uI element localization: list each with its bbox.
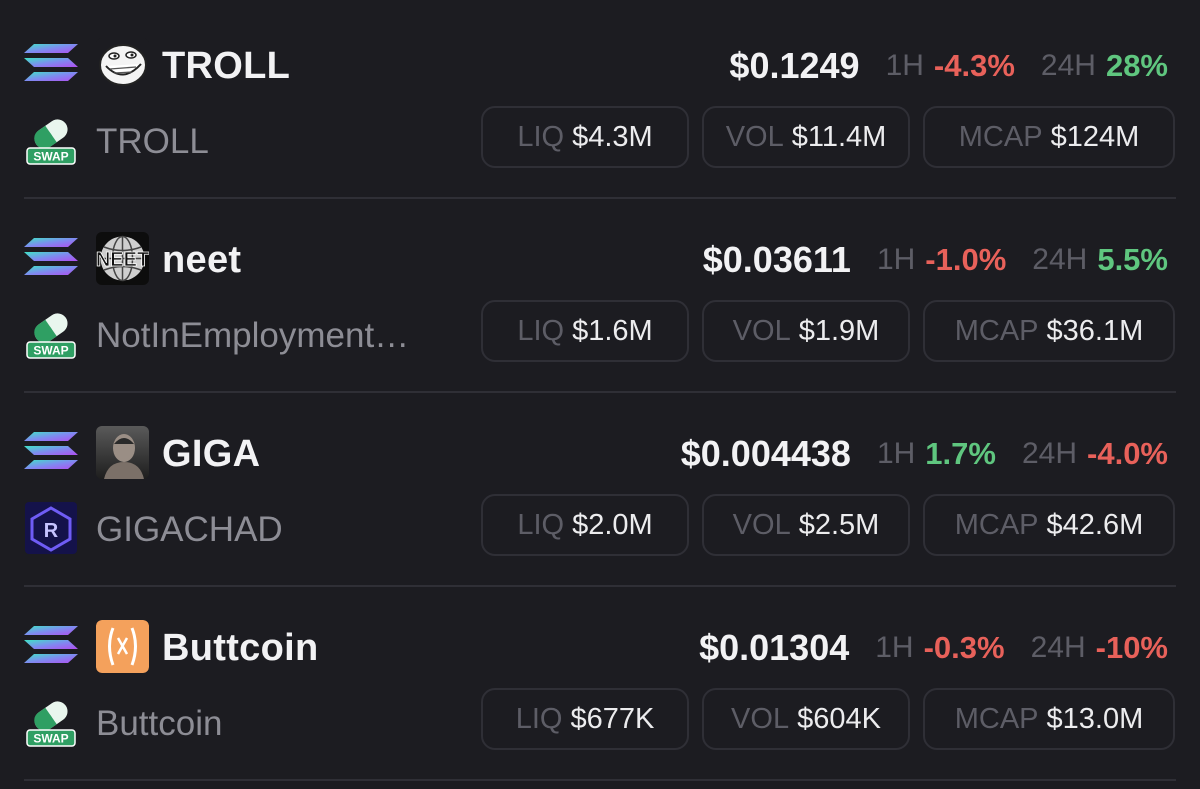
- h24-change: 28%: [1105, 48, 1168, 83]
- liquidity-pill: LIQ $2.0M: [481, 494, 689, 556]
- volume-pill: VOL $604K: [702, 688, 910, 750]
- svg-text:SWAP: SWAP: [33, 150, 68, 164]
- token-row[interactable]: Buttcoin SWAP Buttcoin $0.01304 1H -0.3%…: [0, 582, 1200, 776]
- market-cap-value: $13.0M: [1046, 702, 1144, 735]
- token-price: $0.004438: [680, 433, 851, 474]
- market-cap-pill: MCAP $13.0M: [923, 688, 1175, 750]
- solana-icon: [24, 626, 78, 663]
- volume-value: $1.9M: [798, 314, 880, 347]
- market-cap-value: $124M: [1050, 120, 1140, 153]
- h24-label: 24H: [1030, 631, 1086, 664]
- h24-label: 24H: [1032, 243, 1088, 276]
- volume-pill: VOL $2.5M: [702, 494, 910, 556]
- liquidity-value: $2.0M: [572, 508, 653, 541]
- token-row[interactable]: TROLL SWAP TROLL $0.1249 1H -4.3% 24H 28…: [0, 0, 1200, 194]
- h1-label: 1H: [876, 243, 916, 276]
- h1-change: -4.3%: [933, 48, 1015, 83]
- market-cap-pill: MCAP $124M: [923, 106, 1175, 168]
- price-bar: $0.01304 1H -0.3% 24H -10%: [699, 626, 1168, 670]
- h1-label: 1H: [876, 437, 916, 470]
- token-name: GIGACHAD: [96, 510, 283, 549]
- liquidity-pill: LIQ $4.3M: [481, 106, 689, 168]
- token-symbol: Buttcoin: [162, 627, 319, 669]
- swap-icon: SWAP: [26, 313, 76, 359]
- token-list: TROLL SWAP TROLL $0.1249 1H -4.3% 24H 28…: [0, 0, 1200, 789]
- liquidity-value: $1.6M: [572, 314, 653, 347]
- raydium-icon: R: [25, 502, 77, 554]
- h1-change: -0.3%: [923, 630, 1005, 665]
- liquidity-pill: LIQ $1.6M: [481, 300, 689, 362]
- h1-label: 1H: [875, 631, 914, 664]
- solana-icon: [24, 44, 78, 81]
- row-divider: [24, 779, 1176, 781]
- market-cap-value: $42.6M: [1046, 508, 1144, 541]
- liquidity-value: $4.3M: [572, 120, 653, 153]
- swap-icon: SWAP: [26, 119, 76, 165]
- troll-face-icon: [96, 38, 149, 91]
- liquidity-pill: LIQ $677K: [481, 688, 689, 750]
- token-name: NotInEmployment…: [96, 316, 410, 355]
- solana-icon: [24, 432, 78, 469]
- h24-change: -10%: [1095, 630, 1168, 665]
- svg-text:NEET: NEET: [96, 249, 149, 271]
- svg-text:SWAP: SWAP: [33, 732, 68, 746]
- price-bar: $0.03611 1H -1.0% 24H 5.5%: [703, 238, 1168, 282]
- h1-change: 1.7%: [925, 436, 996, 471]
- h1-change: -1.0%: [925, 242, 1007, 277]
- token-row[interactable]: GIGA R GIGACHAD $0.004438 1H 1.7% 24H -4…: [0, 388, 1200, 582]
- h1-label: 1H: [885, 49, 924, 82]
- market-cap-pill: MCAP $36.1M: [923, 300, 1175, 362]
- price-bar: $0.1249 1H -4.3% 24H 28%: [729, 44, 1168, 88]
- token-name: Buttcoin: [96, 704, 223, 743]
- market-cap-pill: MCAP $42.6M: [923, 494, 1175, 556]
- volume-pill: VOL $1.9M: [702, 300, 910, 362]
- h24-label: 24H: [1021, 437, 1078, 470]
- volume-value: $604K: [797, 702, 881, 735]
- market-cap-value: $36.1M: [1046, 314, 1144, 347]
- buttcoin-icon: [96, 620, 149, 673]
- token-price: $0.1249: [729, 45, 860, 86]
- svg-text:R: R: [44, 520, 59, 542]
- liquidity-value: $677K: [570, 702, 655, 735]
- h24-change: 5.5%: [1097, 242, 1168, 277]
- solana-icon: [24, 238, 78, 275]
- neet-globe-icon: NEET: [96, 232, 149, 285]
- token-name: TROLL: [96, 122, 209, 161]
- h24-label: 24H: [1040, 49, 1096, 82]
- h24-change: -4.0%: [1087, 436, 1168, 471]
- token-row[interactable]: NEET neet SWAP NotInEmployment… $0.03611…: [0, 194, 1200, 388]
- volume-pill: VOL $11.4M: [702, 106, 910, 168]
- token-price: $0.01304: [699, 627, 850, 668]
- token-symbol: GIGA: [162, 433, 261, 475]
- swap-icon: SWAP: [26, 701, 76, 747]
- token-symbol: TROLL: [162, 45, 291, 87]
- svg-text:SWAP: SWAP: [33, 344, 68, 358]
- volume-value: $11.4M: [791, 120, 887, 153]
- gigachad-portrait-icon: [96, 426, 149, 479]
- price-bar: $0.004438 1H 1.7% 24H -4.0%: [681, 432, 1168, 476]
- token-price: $0.03611: [702, 239, 851, 280]
- volume-value: $2.5M: [798, 508, 880, 541]
- token-symbol: neet: [162, 239, 242, 281]
